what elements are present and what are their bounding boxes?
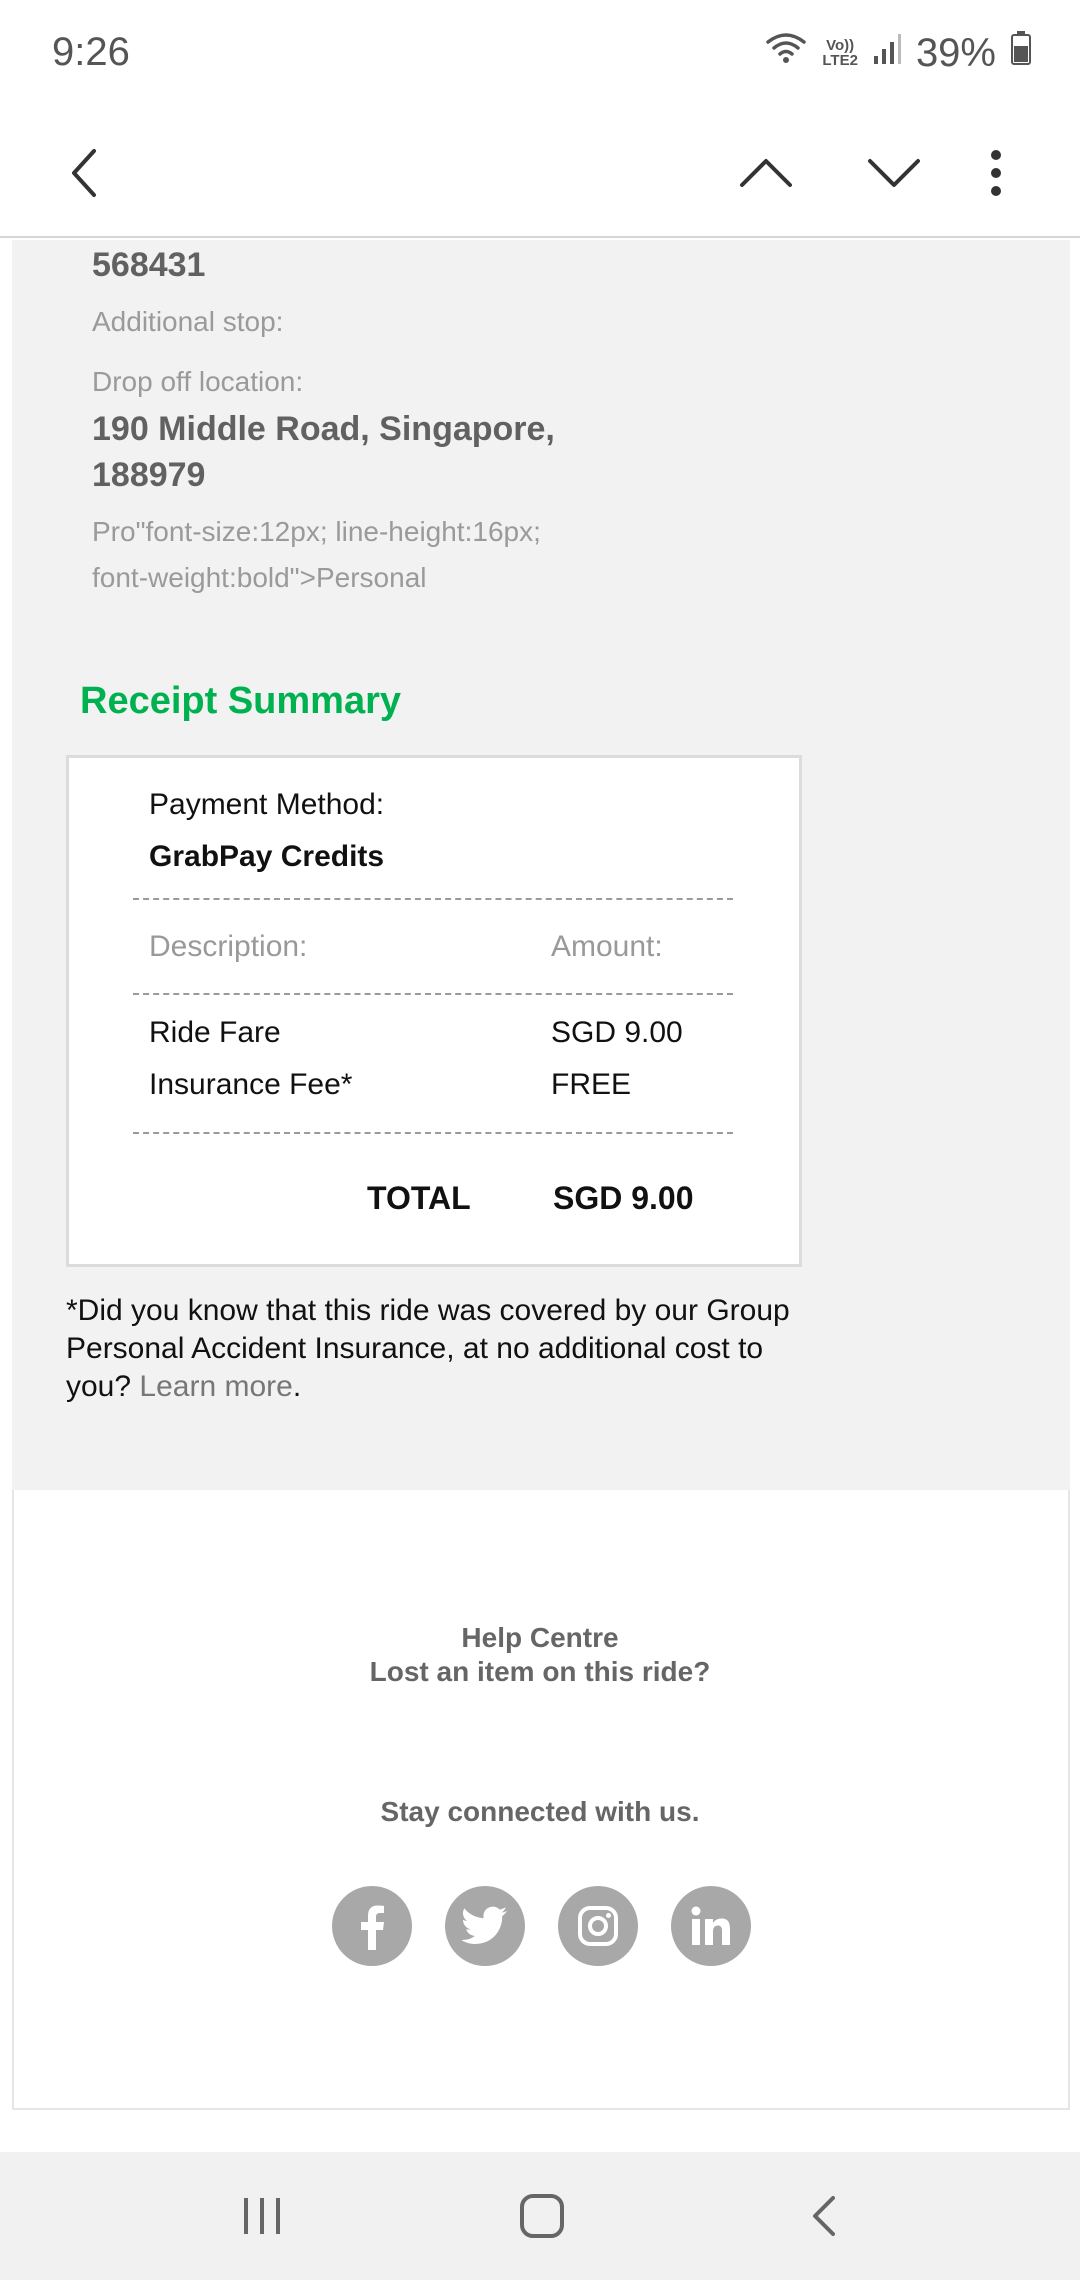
receipt-summary-title: Receipt Summary [80,680,402,722]
description-header: Description: [149,930,308,963]
previous-email-button[interactable] [726,133,806,213]
back-button[interactable] [44,133,124,213]
wifi-icon [764,30,808,76]
divider [133,898,733,900]
divider [133,1132,733,1134]
pickup-postal-code: 568431 [92,246,206,284]
system-back-button[interactable] [784,2176,864,2256]
receipt-box: Payment Method: GrabPay Credits Descript… [66,755,802,1267]
next-email-button[interactable] [854,133,934,213]
total-value: SGD 9.00 [553,1180,694,1216]
additional-stop-label: Additional stop: [92,306,284,337]
more-vertical-icon [991,150,1001,196]
linkedin-button[interactable] [671,1886,751,1966]
stay-connected-text: Stay connected with us. [380,1796,700,1827]
payment-method-label: Payment Method: [149,788,385,821]
recent-apps-icon [244,2198,280,2234]
help-centre-link[interactable]: Help Centre [0,1622,1080,1654]
line-item-description: Insurance Fee* [149,1068,353,1101]
volte-label: Vo)) [826,37,855,54]
lost-item-link[interactable]: Lost an item on this ride? [0,1656,1080,1688]
profile-line1: Pro"font-size:12px; line-height:16px; [92,516,541,547]
facebook-icon [361,1905,384,1950]
twitter-button[interactable] [445,1886,525,1966]
system-nav-bar [0,2152,1080,2280]
network-type: Vo)) LTE2 [822,38,858,68]
dropoff-address-line1: 190 Middle Road, Singapore, [92,410,555,448]
divider [133,993,733,995]
instagram-button[interactable] [558,1886,638,1966]
dropoff-address-line2: 188979 [92,456,206,494]
profile-line2: font-weight:bold">Personal [92,562,427,593]
instagram-icon [578,1906,618,1946]
more-options-button[interactable] [956,133,1036,213]
email-app-bar [0,108,1080,238]
payment-method-value: GrabPay Credits [149,840,385,873]
insurance-note: *Did you know that this ride was covered… [66,1292,816,1406]
linkedin-icon [691,1906,730,1945]
line-item-amount: FREE [551,1068,632,1101]
signal-icon [872,31,902,76]
back-arrow-icon [72,149,96,197]
facebook-button[interactable] [332,1886,412,1966]
lte-label: LTE2 [822,52,858,69]
status-bar: 9:26 Vo)) LTE2 39% [0,0,1080,108]
chevron-down-icon [868,159,920,187]
line-item-description: Ride Fare [149,1016,281,1049]
back-icon [813,2196,835,2236]
recent-apps-button[interactable] [222,2176,302,2256]
home-button[interactable] [502,2176,582,2256]
status-indicators: Vo)) LTE2 39% [764,30,1032,76]
line-item-amount: SGD 9.00 [551,1016,683,1049]
home-icon [520,2194,564,2238]
twitter-icon [462,1906,507,1944]
total-label: TOTAL [367,1180,471,1216]
dropoff-label: Drop off location: [92,366,304,397]
battery-icon [1010,30,1032,76]
status-time: 9:26 [52,30,130,74]
learn-more-link[interactable]: Learn more [139,1370,292,1403]
chevron-up-icon [740,159,792,187]
note-suffix: . [292,1370,302,1403]
battery-percent: 39% [915,30,996,75]
amount-header: Amount: [551,930,663,963]
